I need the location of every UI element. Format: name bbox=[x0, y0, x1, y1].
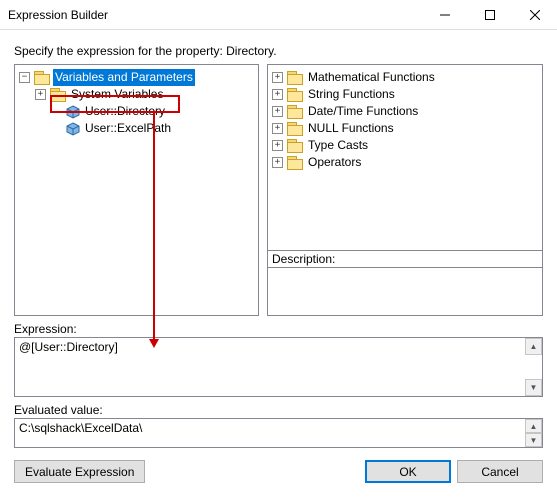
func-node[interactable]: + Date/Time Functions bbox=[272, 103, 538, 120]
tree-node-user-directory[interactable]: User::Directory bbox=[19, 103, 254, 120]
description-box bbox=[268, 267, 542, 315]
func-label[interactable]: Operators bbox=[306, 154, 363, 171]
scroll-up-button[interactable]: ▲ bbox=[525, 338, 542, 355]
tree-label-system[interactable]: System Variables bbox=[69, 86, 165, 103]
tree-label-user-directory[interactable]: User::Directory bbox=[83, 103, 167, 120]
collapse-icon[interactable]: − bbox=[19, 72, 30, 83]
tree-label-root[interactable]: Variables and Parameters bbox=[53, 69, 195, 86]
title-bar: Expression Builder bbox=[0, 0, 557, 30]
func-node[interactable]: + NULL Functions bbox=[272, 120, 538, 137]
folder-icon bbox=[287, 71, 303, 84]
expression-label: Expression: bbox=[14, 322, 543, 336]
expression-input[interactable]: @[User::Directory] bbox=[14, 337, 543, 397]
folder-icon bbox=[287, 122, 303, 135]
expand-icon[interactable]: + bbox=[272, 157, 283, 168]
func-node[interactable]: + String Functions bbox=[272, 86, 538, 103]
func-label[interactable]: Date/Time Functions bbox=[306, 103, 420, 120]
expand-icon[interactable]: + bbox=[35, 89, 46, 100]
expand-icon[interactable]: + bbox=[272, 89, 283, 100]
ok-button[interactable]: OK bbox=[365, 460, 451, 483]
variable-icon bbox=[66, 122, 80, 136]
window-title: Expression Builder bbox=[8, 8, 422, 22]
func-node[interactable]: + Type Casts bbox=[272, 137, 538, 154]
expand-icon[interactable]: + bbox=[272, 72, 283, 83]
folder-open-icon bbox=[34, 71, 50, 84]
minimize-button[interactable] bbox=[422, 0, 467, 29]
tree-node-user-excelpath[interactable]: User::ExcelPath bbox=[19, 120, 254, 137]
description-label: Description: bbox=[268, 251, 542, 267]
folder-icon bbox=[287, 88, 303, 101]
evaluated-label: Evaluated value: bbox=[14, 403, 543, 417]
expand-icon[interactable]: + bbox=[272, 106, 283, 117]
func-label[interactable]: Type Casts bbox=[306, 137, 370, 154]
variables-tree[interactable]: − Variables and Parameters + System Vari… bbox=[14, 64, 259, 316]
folder-icon bbox=[50, 88, 66, 101]
expand-icon[interactable]: + bbox=[272, 140, 283, 151]
evaluate-button[interactable]: Evaluate Expression bbox=[14, 460, 145, 483]
maximize-button[interactable] bbox=[467, 0, 512, 29]
variable-icon bbox=[66, 105, 80, 119]
cancel-button[interactable]: Cancel bbox=[457, 460, 543, 483]
functions-tree[interactable]: + Mathematical Functions + String Functions… bbox=[267, 64, 543, 316]
tree-label-user-excelpath[interactable]: User::ExcelPath bbox=[83, 120, 173, 137]
func-label[interactable]: NULL Functions bbox=[306, 120, 396, 137]
folder-icon bbox=[287, 156, 303, 169]
tree-node-system[interactable]: + System Variables bbox=[19, 86, 254, 103]
close-button[interactable] bbox=[512, 0, 557, 29]
folder-icon bbox=[287, 105, 303, 118]
folder-icon bbox=[287, 139, 303, 152]
func-node[interactable]: + Mathematical Functions bbox=[272, 69, 538, 86]
tree-node-root[interactable]: − Variables and Parameters bbox=[19, 69, 254, 86]
scroll-down-button[interactable]: ▼ bbox=[525, 379, 542, 396]
func-label[interactable]: Mathematical Functions bbox=[306, 69, 437, 86]
scroll-down-button[interactable]: ▼ bbox=[525, 433, 542, 447]
instruction-text: Specify the expression for the property:… bbox=[14, 44, 543, 58]
func-label[interactable]: String Functions bbox=[306, 86, 397, 103]
expand-icon[interactable]: + bbox=[272, 123, 283, 134]
evaluated-input: C:\sqlshack\ExcelData\ bbox=[14, 418, 543, 448]
scroll-up-button[interactable]: ▲ bbox=[525, 419, 542, 433]
func-node[interactable]: + Operators bbox=[272, 154, 538, 171]
